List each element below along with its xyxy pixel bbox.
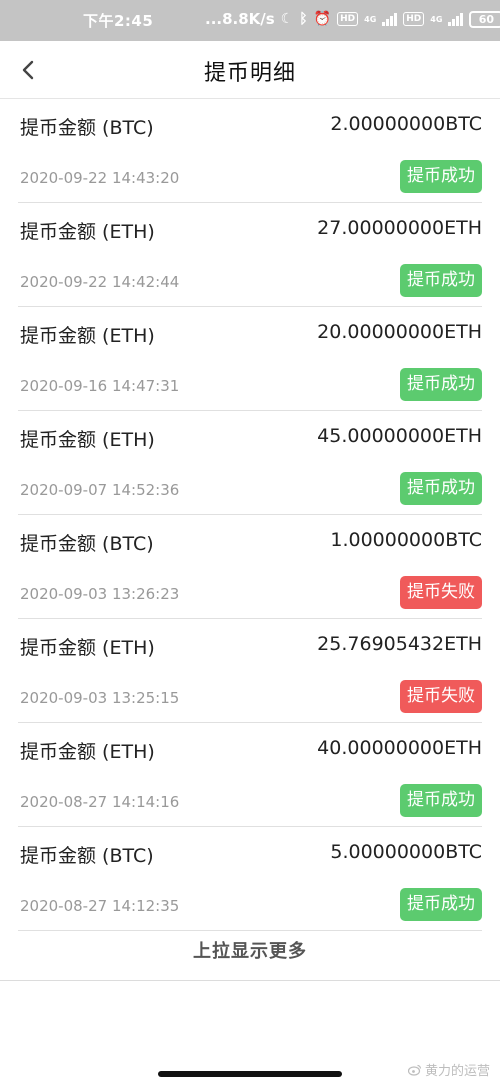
status-badge: 提币成功 — [400, 264, 482, 297]
amount-value: 45.00000000ETH — [317, 425, 482, 447]
amount-label: 提币金额 (BTC) — [20, 117, 154, 139]
amount-value: 1.00000000BTC — [330, 529, 482, 551]
amount-value: 20.00000000ETH — [317, 321, 482, 343]
nav-bar: 提币明细 — [0, 41, 500, 99]
amount-label: 提币金额 (BTC) — [20, 845, 154, 867]
status-time: 下午2:45 — [83, 12, 154, 30]
status-badge: 提币成功 — [400, 888, 482, 921]
withdrawal-record[interactable]: 提币金额 (BTC) 5.00000000BTC 2020-08-27 14:1… — [18, 827, 482, 931]
record-timestamp: 2020-09-16 14:47:31 — [20, 377, 180, 395]
status-badge: 提币失败 — [400, 576, 482, 609]
status-badge: 提币成功 — [400, 472, 482, 505]
amount-label: 提币金额 (ETH) — [20, 741, 155, 763]
moon-icon: ☾ — [280, 11, 294, 27]
network-type: 4G — [364, 14, 377, 24]
home-indicator[interactable] — [158, 1071, 342, 1077]
weibo-icon — [407, 1064, 422, 1076]
load-more-hint[interactable]: 上拉显示更多 — [0, 937, 500, 963]
watermark: 黄力的运营 — [407, 1060, 490, 1079]
alarm-icon: ⏰ — [313, 11, 332, 27]
battery-icon: 60 — [469, 10, 500, 28]
amount-value: 40.00000000ETH — [317, 737, 482, 759]
watermark-text: 黄力的运营 — [424, 1064, 490, 1079]
withdrawal-record[interactable]: 提币金额 (BTC) 2.00000000BTC 2020-09-22 14:4… — [18, 99, 482, 203]
withdrawal-record[interactable]: 提币金额 (ETH) 27.00000000ETH 2020-09-22 14:… — [18, 203, 482, 307]
amount-value: 5.00000000BTC — [330, 841, 482, 863]
record-timestamp: 2020-09-03 13:25:15 — [20, 689, 180, 707]
page-title: 提币明细 — [203, 61, 296, 86]
divider — [0, 980, 500, 981]
amount-value: 27.00000000ETH — [317, 217, 482, 239]
signal-icon — [448, 12, 464, 26]
status-bar: 下午2:45 ...8.8K/s ☾ ᛒ ⏰ HD 4G HD 4G 60 — [0, 0, 500, 41]
amount-label: 提币金额 (ETH) — [20, 221, 155, 243]
amount-value: 2.00000000BTC — [330, 113, 482, 135]
record-timestamp: 2020-09-22 14:43:20 — [20, 169, 180, 187]
hd-badge: HD — [403, 12, 425, 26]
bluetooth-icon: ᛒ — [299, 11, 308, 27]
withdrawal-record[interactable]: 提币金额 (ETH) 40.00000000ETH 2020-08-27 14:… — [18, 723, 482, 827]
record-timestamp: 2020-08-27 14:12:35 — [20, 897, 180, 915]
amount-label: 提币金额 (ETH) — [20, 325, 155, 347]
withdrawal-record[interactable]: 提币金额 (BTC) 1.00000000BTC 2020-09-03 13:2… — [18, 515, 482, 619]
withdrawal-record[interactable]: 提币金额 (ETH) 45.00000000ETH 2020-09-07 14:… — [18, 411, 482, 515]
record-timestamp: 2020-08-27 14:14:16 — [20, 793, 180, 811]
hd-badge: HD — [337, 12, 359, 26]
status-badge: 提币成功 — [400, 160, 482, 193]
status-badge: 提币成功 — [400, 784, 482, 817]
withdrawal-list[interactable]: 提币金额 (BTC) 2.00000000BTC 2020-09-22 14:4… — [18, 99, 482, 931]
record-timestamp: 2020-09-03 13:26:23 — [20, 585, 180, 603]
signal-icon — [382, 12, 398, 26]
network-type: 4G — [430, 14, 443, 24]
amount-value: 25.76905432ETH — [317, 633, 482, 655]
withdrawal-record[interactable]: 提币金额 (ETH) 20.00000000ETH 2020-09-16 14:… — [18, 307, 482, 411]
amount-label: 提币金额 (BTC) — [20, 533, 154, 555]
record-timestamp: 2020-09-22 14:42:44 — [20, 273, 180, 291]
record-timestamp: 2020-09-07 14:52:36 — [20, 481, 180, 499]
withdrawal-record[interactable]: 提币金额 (ETH) 25.76905432ETH 2020-09-03 13:… — [18, 619, 482, 723]
amount-label: 提币金额 (ETH) — [20, 429, 155, 451]
status-badge: 提币成功 — [400, 368, 482, 401]
amount-label: 提币金额 (ETH) — [20, 637, 155, 659]
status-icons: ...8.8K/s ☾ ᛒ ⏰ HD 4G HD 4G 60 — [205, 10, 500, 28]
network-speed: ...8.8K/s — [205, 10, 275, 28]
status-badge: 提币失败 — [400, 680, 482, 713]
